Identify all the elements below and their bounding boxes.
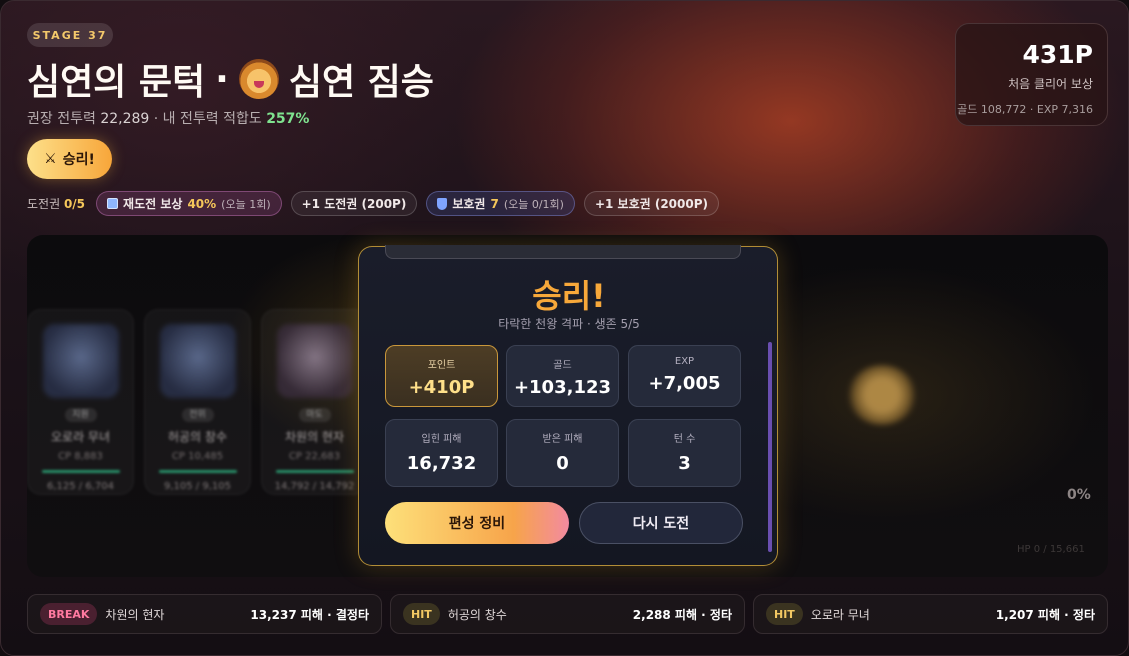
hero-cp: CP 22,683 <box>288 451 341 462</box>
stat-points: 포인트 +410P <box>385 345 498 407</box>
hero-cp: CP 10,485 <box>171 451 224 462</box>
reward-label: 처음 클리어 보상 <box>1008 77 1093 91</box>
log-hero-name: 오로라 무녀 <box>810 607 870 622</box>
log-damage: 2,288 피해 · 정타 <box>632 607 732 622</box>
battle-log-item: HIT 오로라 무녀 1,207 피해 · 정타 <box>753 594 1108 634</box>
page-title: 심연의 문턱 · 심연 짐승 <box>27 53 434 105</box>
ticket-count: 도전권 0/5 <box>27 197 86 211</box>
stat-damage-taken: 받은 피해 0 <box>506 419 619 487</box>
hero-portrait <box>276 324 353 398</box>
shield-chip[interactable]: 보호권 7 (오늘 0/1회) <box>426 191 575 216</box>
modal-top-handle <box>385 245 741 259</box>
hero-hp: 9,105 / 9,105 <box>164 481 231 492</box>
log-hero-name: 차원의 현자 <box>105 607 165 622</box>
fit-percent: 257% <box>266 111 310 127</box>
hero-name: 오로라 무녀 <box>50 430 110 444</box>
title-separator: · <box>215 58 229 100</box>
reward-detail: 골드 108,772 · EXP 7,316 <box>957 103 1093 116</box>
boss-hp-percent: 0% <box>1067 487 1091 503</box>
hit-badge: HIT <box>403 603 440 625</box>
hero-hp: 6,125 / 6,704 <box>47 481 114 492</box>
battle-log-item: BREAK 차원의 현자 13,237 피해 · 결정타 <box>27 594 382 634</box>
tickets-row: 도전권 0/5 재도전 보상 40% (오늘 1회) +1 도전권 (200P)… <box>27 191 720 216</box>
stage-chip: STAGE 37 <box>27 23 113 47</box>
hero-portrait <box>159 324 236 398</box>
hero-name: 허공의 창수 <box>167 430 227 444</box>
boss-portrait <box>847 365 917 425</box>
boss-name: 심연 짐승 <box>288 62 434 103</box>
modal-title: 승리! <box>532 277 606 315</box>
my-power-label: · 내 전투력 적합도 <box>153 111 262 127</box>
stat-gold: 골드 +103,123 <box>506 345 619 407</box>
stat-turns: 턴 수 3 <box>628 419 741 487</box>
shield-icon <box>437 197 448 210</box>
modal-subtitle: 타락한 천왕 격파 · 생존 5/5 <box>498 317 640 331</box>
hero-card[interactable]: 지원 오로라 무녀 CP 8,883 6,125 / 6,704 <box>27 309 134 495</box>
break-badge: BREAK <box>40 603 98 625</box>
power-info: 권장 전투력 22,289 · 내 전투력 적합도 257% <box>27 108 309 128</box>
recommended-label: 권장 전투력 <box>27 111 96 127</box>
hit-badge: HIT <box>766 603 803 625</box>
hero-card[interactable]: 전위 허공의 창수 CP 10,485 9,105 / 9,105 <box>144 309 251 495</box>
reward-points: 431P <box>1022 40 1093 69</box>
hero-hp-bar <box>275 470 354 473</box>
stage-name: 심연의 문턱 <box>27 62 206 103</box>
victory-modal: 승리! 타락한 천왕 격파 · 생존 5/5 포인트 +410P 골드 +103… <box>358 245 778 566</box>
log-damage: 13,237 피해 · 결정타 <box>250 607 369 622</box>
victory-pill[interactable]: ⚔ 승리! <box>27 139 112 179</box>
first-clear-reward: 431P 처음 클리어 보상 골드 108,772 · EXP 7,316 <box>955 23 1108 126</box>
hero-name: 차원의 현자 <box>284 430 344 444</box>
crossed-swords-icon: ⚔ <box>44 151 57 167</box>
stat-exp: EXP +7,005 <box>628 345 741 407</box>
modal-scrollbar[interactable] <box>768 342 772 552</box>
hero-role: 지원 <box>64 408 97 422</box>
hero-card[interactable]: 마도 차원의 현자 CP 22,683 14,792 / 14,792 <box>261 309 368 495</box>
hero-cp: CP 8,883 <box>58 451 103 462</box>
victory-pill-label: 승리! <box>62 152 95 168</box>
stage-screen: STAGE 37 심연의 문턱 · 심연 짐승 권장 전투력 22,289 · … <box>0 0 1129 656</box>
recommended-power: 22,289 <box>100 111 150 127</box>
battle-log-item: HIT 허공의 창수 2,288 피해 · 정타 <box>390 594 745 634</box>
retry-button[interactable]: 다시 도전 <box>579 502 743 544</box>
retry-reward-chip[interactable]: 재도전 보상 40% (오늘 1회) <box>96 191 282 216</box>
log-hero-name: 허공의 창수 <box>447 607 507 622</box>
log-damage: 1,207 피해 · 정타 <box>995 607 1095 622</box>
calendar-icon <box>107 198 119 209</box>
buy-ticket-button[interactable]: +1 도전권 (200P) <box>290 191 418 216</box>
lion-icon <box>238 59 279 99</box>
hero-hp-bar <box>41 470 120 473</box>
boss-hp-text: HP 0 / 15,661 <box>1017 544 1085 555</box>
hero-portrait <box>42 324 119 398</box>
buy-shield-button[interactable]: +1 보호권 (2000P) <box>583 191 720 216</box>
hero-hp: 14,792 / 14,792 <box>274 481 355 492</box>
hero-hp-bar <box>158 470 237 473</box>
hero-role: 마도 <box>298 408 331 422</box>
edit-formation-button[interactable]: 편성 정비 <box>385 502 569 544</box>
stat-damage-dealt: 입힌 피해 16,732 <box>385 419 498 487</box>
hero-role: 전위 <box>181 408 214 422</box>
